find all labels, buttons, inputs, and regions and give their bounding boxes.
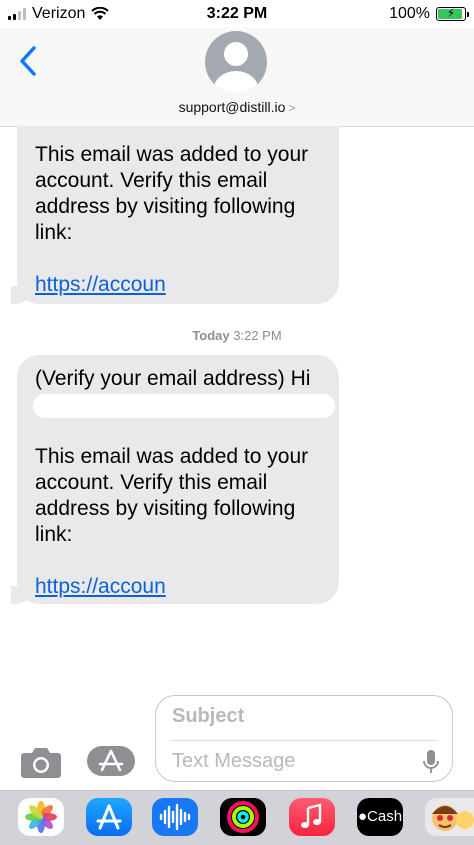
message-line: (Verify your email address) Hi <box>35 367 311 390</box>
battery-percentage: 100% <box>389 5 430 22</box>
compose-field[interactable]: Subject Text Message <box>155 695 453 782</box>
waveform-icon <box>159 803 191 831</box>
microphone-icon[interactable] <box>422 748 440 776</box>
message-bubble[interactable]: (Verify your email address) Hi This emai… <box>3 355 339 604</box>
message-line: account. Verify this email <box>35 471 268 494</box>
contact-name-button[interactable]: support@distill.io > <box>0 99 474 115</box>
camera-icon[interactable] <box>20 745 62 779</box>
photos-icon <box>25 801 57 833</box>
battery-charging-icon: ⚡ <box>436 6 469 21</box>
message-line: link: <box>35 221 73 244</box>
message-line: link: <box>35 523 73 546</box>
message-link[interactable]: https://accoun <box>35 575 166 598</box>
app-store-app-button[interactable] <box>86 798 132 836</box>
message-line: address by visiting following <box>35 195 296 218</box>
apple-logo-icon: ● <box>357 808 368 825</box>
message-timestamp: Today 3:22 PM <box>0 328 474 343</box>
activity-rings-icon <box>227 801 259 833</box>
timestamp-time: 3:22 PM <box>233 328 282 343</box>
imessage-app-drawer: ●Cash <box>0 790 474 845</box>
app-store-icon <box>98 749 124 772</box>
music-note-icon <box>301 803 322 828</box>
chevron-right-icon: > <box>288 101 296 115</box>
message-line: This email was added to your <box>35 143 309 166</box>
memoji-app-button[interactable] <box>425 798 474 836</box>
message-line: address by visiting following <box>35 497 296 520</box>
redacted-text <box>33 394 335 418</box>
message-input[interactable]: Text Message <box>172 750 295 773</box>
message-line: This email was added to your <box>35 445 309 468</box>
message-link[interactable]: https://accoun <box>35 273 166 296</box>
memoji-icon <box>432 805 474 831</box>
fitness-app-button[interactable] <box>220 798 266 836</box>
back-chevron-icon[interactable] <box>14 44 44 78</box>
message-line: account. Verify this email <box>35 169 268 192</box>
message-bubble[interactable]: This email was added to your account. Ve… <box>3 126 339 304</box>
subject-input[interactable]: Subject <box>172 705 244 728</box>
app-store-button[interactable] <box>87 746 135 776</box>
compose-divider <box>170 740 438 741</box>
photos-app-button[interactable] <box>18 798 64 836</box>
contact-avatar[interactable] <box>205 31 267 93</box>
apple-cash-app-button[interactable]: ●Cash <box>357 798 403 836</box>
music-app-button[interactable] <box>289 798 335 836</box>
app-store-icon <box>96 804 122 830</box>
timestamp-day: Today <box>192 328 230 343</box>
bubble-tail <box>11 586 31 604</box>
audio-message-app-button[interactable] <box>152 798 198 836</box>
conversation-header: support@distill.io > <box>0 28 474 127</box>
status-bar: Verizon 3:22 PM 100% ⚡ <box>0 0 474 28</box>
contact-name[interactable]: support@distill.io <box>179 99 286 115</box>
bubble-tail <box>11 286 31 304</box>
cash-label: Cash <box>367 808 403 825</box>
status-right: 100% ⚡ <box>389 5 469 23</box>
